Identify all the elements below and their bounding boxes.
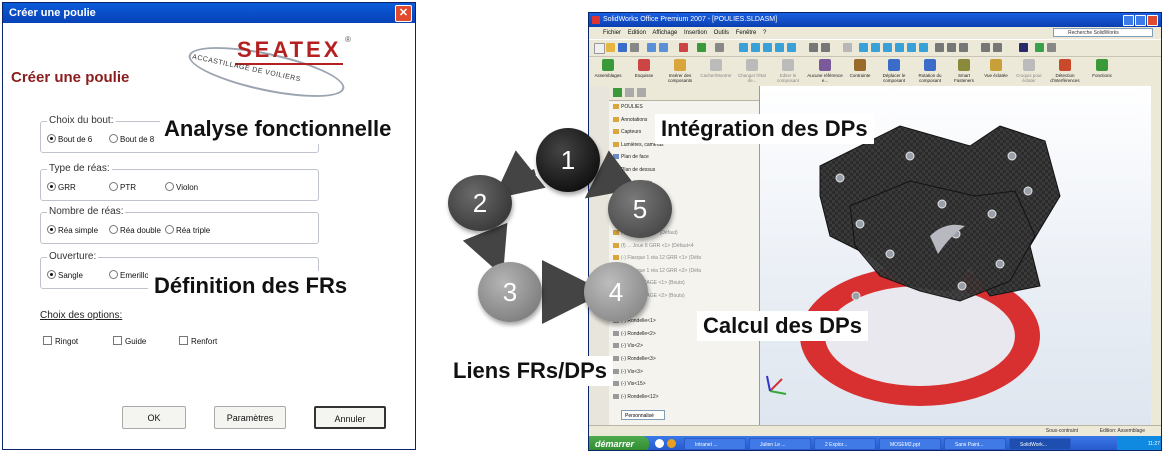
label-calcul-dps: Calcul des DPs: [697, 311, 868, 341]
arrow-2-to-3: [462, 222, 508, 277]
step-2-badge: 2: [448, 175, 512, 231]
step-1-badge: 1: [536, 128, 600, 192]
step-3-badge: 3: [478, 262, 542, 322]
label-definition-frs: Définition des FRs: [148, 271, 354, 301]
label-liens-frs-dps: Liens FRs/DPs: [447, 356, 614, 386]
step-4-badge: 4: [584, 262, 648, 322]
label-analyse-fonctionnelle: Analyse fonctionnelle: [160, 114, 396, 144]
label-integration-dps: Intégration des DPs: [655, 114, 874, 144]
step-5-badge: 5: [608, 180, 672, 238]
arrow-5-to-1: [584, 150, 638, 199]
arrow-1-to-2: [493, 150, 546, 199]
